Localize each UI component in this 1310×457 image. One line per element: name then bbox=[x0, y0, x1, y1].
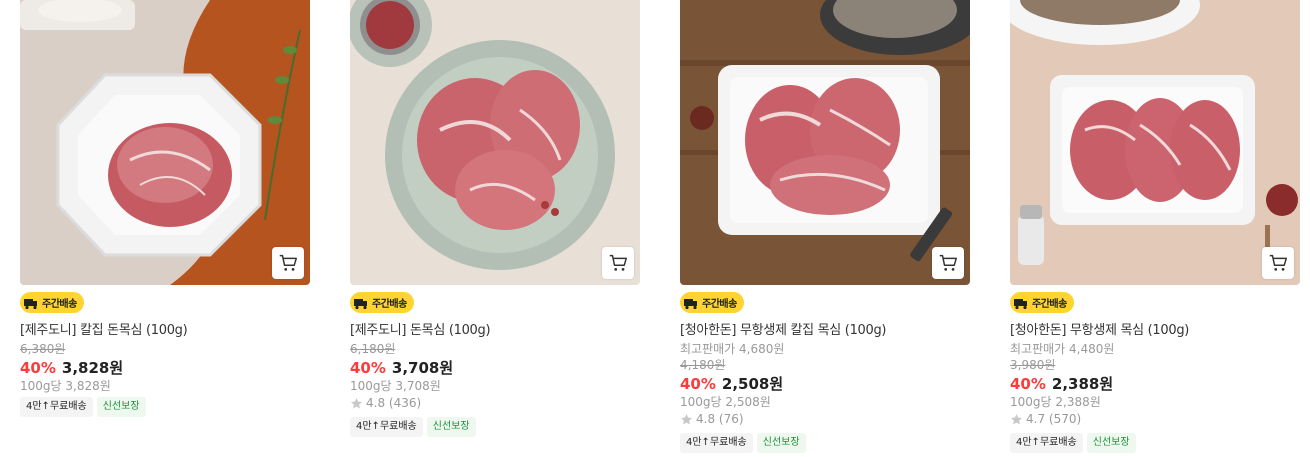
unit-price: 100g당 3,708원 bbox=[350, 379, 441, 393]
product-name[interactable]: [제주도니] 칼집 돈목심 (100g) bbox=[20, 319, 188, 338]
fresh-guarantee-tag: 신선보장 bbox=[426, 417, 476, 437]
cart-icon bbox=[1269, 254, 1287, 271]
star-icon bbox=[1010, 413, 1023, 424]
weekly-delivery-badge: 주간배송 bbox=[680, 292, 744, 313]
truck-icon bbox=[354, 298, 367, 309]
price-row: 40% 2,388원 bbox=[1010, 373, 1113, 394]
price-row: 40% 3,708원 bbox=[350, 357, 453, 378]
free-shipping-tag: 4만↑무료배송 bbox=[20, 397, 93, 417]
tag-list: 4만↑무료배송 신선보장 bbox=[20, 397, 146, 417]
product-photo bbox=[680, 0, 970, 285]
original-price: 4,180원 bbox=[680, 358, 726, 372]
weekly-delivery-badge: 주간배송 bbox=[20, 292, 84, 313]
add-to-cart-button[interactable] bbox=[1262, 247, 1294, 279]
rating-text: 4.7 (570) bbox=[1026, 412, 1082, 426]
product-card[interactable]: 주간배송 [제주도니] 칼집 돈목심 (100g) 6,380원 40% 3,82… bbox=[20, 0, 310, 417]
product-image[interactable] bbox=[680, 0, 970, 285]
free-shipping-tag: 4만↑무료배송 bbox=[1010, 433, 1083, 453]
discount-rate: 40% bbox=[680, 375, 716, 393]
sale-price: 2,388원 bbox=[1051, 375, 1114, 393]
rating-text: 4.8 (436) bbox=[366, 396, 422, 410]
free-shipping-tag: 4만↑무료배송 bbox=[680, 433, 753, 453]
product-grid: 주간배송 [제주도니] 칼집 돈목심 (100g) 6,380원 40% 3,82… bbox=[0, 0, 1310, 457]
badge-label: 주간배송 bbox=[42, 299, 77, 310]
best-price: 최고판매가 4,480원 bbox=[1010, 342, 1115, 356]
tag-list: 4만↑무료배송 신선보장 bbox=[350, 417, 476, 437]
fresh-guarantee-tag: 신선보장 bbox=[1086, 433, 1136, 453]
weekly-delivery-badge: 주간배송 bbox=[1010, 292, 1074, 313]
truck-icon bbox=[684, 298, 697, 309]
sale-price: 3,828원 bbox=[61, 359, 124, 377]
product-image[interactable] bbox=[350, 0, 640, 285]
rating-text: 4.8 (76) bbox=[696, 412, 744, 426]
weekly-delivery-badge: 주간배송 bbox=[350, 292, 414, 313]
price-row: 40% 3,828원 bbox=[20, 357, 123, 378]
product-name[interactable]: [청아한돈] 무항생제 칼집 목심 (100g) bbox=[680, 319, 887, 338]
product-photo bbox=[20, 0, 310, 285]
add-to-cart-button[interactable] bbox=[272, 247, 304, 279]
fresh-guarantee-tag: 신선보장 bbox=[756, 433, 806, 453]
add-to-cart-button[interactable] bbox=[932, 247, 964, 279]
cart-icon bbox=[939, 254, 957, 271]
cart-icon bbox=[609, 254, 627, 271]
original-price: 6,180원 bbox=[350, 342, 396, 356]
discount-rate: 40% bbox=[20, 359, 56, 377]
badge-label: 주간배송 bbox=[372, 299, 407, 310]
product-card[interactable]: 주간배송 [제주도니] 돈목심 (100g) 6,180원 40% 3,708원 … bbox=[350, 0, 640, 437]
tag-list: 4만↑무료배송 신선보장 bbox=[680, 433, 806, 453]
sale-price: 3,708원 bbox=[391, 359, 454, 377]
free-shipping-tag: 4만↑무료배송 bbox=[350, 417, 423, 437]
product-card[interactable]: 주간배송 [청아한돈] 무항생제 목심 (100g) 최고판매가 4,480원 … bbox=[1010, 0, 1300, 453]
badge-label: 주간배송 bbox=[1032, 299, 1067, 310]
price-row: 40% 2,508원 bbox=[680, 373, 783, 394]
cart-icon bbox=[279, 254, 297, 271]
truck-icon bbox=[1014, 298, 1027, 309]
unit-price: 100g당 3,828원 bbox=[20, 379, 111, 393]
product-image[interactable] bbox=[1010, 0, 1300, 285]
truck-icon bbox=[24, 298, 37, 309]
product-name[interactable]: [청아한돈] 무항생제 목심 (100g) bbox=[1010, 319, 1189, 338]
sale-price: 2,508원 bbox=[721, 375, 784, 393]
star-icon bbox=[680, 413, 693, 424]
discount-rate: 40% bbox=[1010, 375, 1046, 393]
tag-list: 4만↑무료배송 신선보장 bbox=[1010, 433, 1136, 453]
badge-label: 주간배송 bbox=[702, 299, 737, 310]
add-to-cart-button[interactable] bbox=[602, 247, 634, 279]
product-image[interactable] bbox=[20, 0, 310, 285]
product-photo bbox=[1010, 0, 1300, 285]
product-name[interactable]: [제주도니] 돈목심 (100g) bbox=[350, 319, 491, 338]
original-price: 6,380원 bbox=[20, 342, 66, 356]
original-price: 3,980원 bbox=[1010, 358, 1056, 372]
unit-price: 100g당 2,508원 bbox=[680, 395, 771, 409]
unit-price: 100g당 2,388원 bbox=[1010, 395, 1101, 409]
star-icon bbox=[350, 397, 363, 408]
product-card[interactable]: 주간배송 [청아한돈] 무항생제 칼집 목심 (100g) 최고판매가 4,68… bbox=[680, 0, 970, 453]
best-price: 최고판매가 4,680원 bbox=[680, 342, 785, 356]
rating: 4.8 (436) bbox=[350, 396, 421, 410]
rating: 4.8 (76) bbox=[680, 412, 744, 426]
fresh-guarantee-tag: 신선보장 bbox=[96, 397, 146, 417]
discount-rate: 40% bbox=[350, 359, 386, 377]
product-photo bbox=[350, 0, 640, 285]
rating: 4.7 (570) bbox=[1010, 412, 1081, 426]
